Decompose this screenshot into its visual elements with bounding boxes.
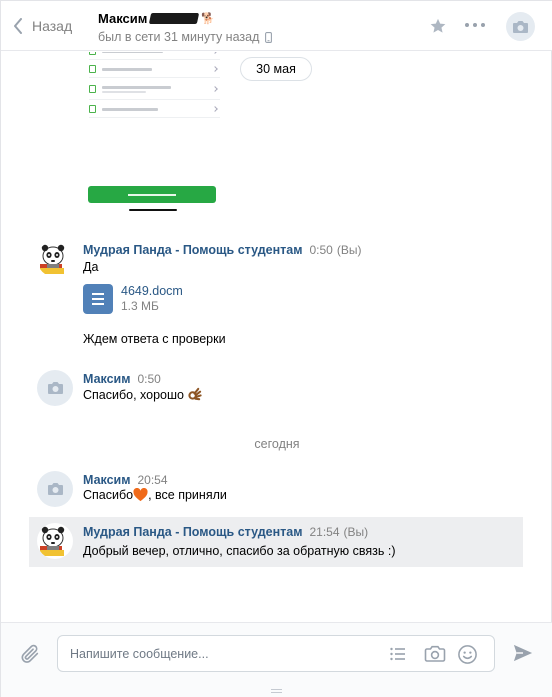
message-item-selected[interactable]: Мудрая Панда - Помощь студентам 21:54 (В… xyxy=(29,517,523,567)
document-icon xyxy=(83,284,113,314)
star-button[interactable] xyxy=(429,17,447,38)
chevron-left-icon xyxy=(14,18,22,34)
messenger-window: Назад Максим 🐕 был в сети 31 минуту наза… xyxy=(0,0,552,697)
author-avatar[interactable] xyxy=(37,241,73,277)
message-time[interactable]: 21:54 xyxy=(309,525,339,539)
back-label: Назад xyxy=(32,18,73,34)
day-separator: сегодня xyxy=(254,437,300,451)
message-text: Спасибо, хорошо xyxy=(83,387,184,402)
message-history[interactable]: 30 мая Мудрая Панда - Помощь студентам 0… xyxy=(1,52,552,622)
date-separator: 30 мая xyxy=(240,57,312,81)
camera-icon xyxy=(424,645,446,662)
message-time[interactable]: 20:54 xyxy=(138,473,168,487)
resize-handle[interactable] xyxy=(271,689,282,695)
star-icon xyxy=(430,18,446,33)
send-button[interactable] xyxy=(512,643,534,666)
author-name[interactable]: Максим xyxy=(83,372,131,386)
more-dots-icon[interactable] xyxy=(465,23,485,27)
author-avatar[interactable] xyxy=(37,471,73,507)
you-label: (Вы) xyxy=(343,525,369,539)
message-input-box[interactable] xyxy=(57,635,495,672)
message-item[interactable]: Мудрая Панда - Помощь студентам 0:50 (Вы… xyxy=(29,235,523,355)
document-size: 1.3 МБ xyxy=(121,299,159,313)
paperclip-icon xyxy=(21,644,39,663)
camera-icon xyxy=(47,483,63,495)
photo-button[interactable] xyxy=(424,644,446,667)
message-text-continued: , все приняли xyxy=(148,488,227,502)
back-button[interactable]: Назад xyxy=(13,15,72,37)
message-time[interactable]: 0:50 xyxy=(309,243,332,257)
author-name[interactable]: Мудрая Панда - Помощь студентам xyxy=(83,525,302,539)
mobile-phone-icon xyxy=(265,31,273,43)
message-time[interactable]: 0:50 xyxy=(138,372,161,386)
smile-icon xyxy=(458,645,477,664)
screenshot-image[interactable] xyxy=(84,52,222,214)
message-text: Добрый вечер, отлично, спасибо за обратн… xyxy=(83,544,396,558)
message-composer xyxy=(1,622,552,697)
you-label: (Вы) xyxy=(336,243,362,257)
message-text: Да xyxy=(83,260,99,274)
peer-status: был в сети 31 минуту назад xyxy=(98,30,260,44)
message-input[interactable] xyxy=(70,636,370,671)
author-avatar[interactable] xyxy=(37,370,73,406)
camera-icon xyxy=(513,20,528,33)
document-attachment[interactable]: 4649.docm 1.3 МБ xyxy=(83,284,183,314)
chat-header: Назад Максим 🐕 был в сети 31 минуту наза… xyxy=(1,1,552,51)
template-button[interactable] xyxy=(388,644,408,667)
list-icon xyxy=(390,647,405,661)
message-text: Ждем ответа с проверки xyxy=(83,332,226,346)
pet-emoji: 🐕 xyxy=(201,12,216,25)
orange-heart-emoji xyxy=(133,488,148,502)
send-icon xyxy=(513,644,533,662)
redacted-surname xyxy=(149,12,200,24)
message-item[interactable]: Максим 0:50 Спасибо, хорошо xyxy=(29,364,523,414)
peer-info[interactable]: Максим 🐕 был в сети 31 минуту назад xyxy=(98,9,273,44)
author-name[interactable]: Максим xyxy=(83,473,131,487)
peer-avatar[interactable] xyxy=(506,12,535,41)
camera-icon xyxy=(47,382,63,394)
author-avatar[interactable] xyxy=(37,523,73,559)
message-text: Спасибо xyxy=(83,488,134,502)
attach-button[interactable] xyxy=(19,643,41,668)
author-name[interactable]: Мудрая Панда - Помощь студентам xyxy=(83,243,302,257)
panda-avatar-icon xyxy=(40,526,65,556)
message-item[interactable]: Максим 20:54 Спасибо , все приняли xyxy=(29,465,523,515)
emoji-button[interactable] xyxy=(457,644,478,668)
ok-hand-emoji xyxy=(188,387,202,401)
document-name[interactable]: 4649.docm xyxy=(121,284,183,299)
peer-name: Максим xyxy=(98,10,148,26)
panda-avatar-icon xyxy=(40,244,65,274)
